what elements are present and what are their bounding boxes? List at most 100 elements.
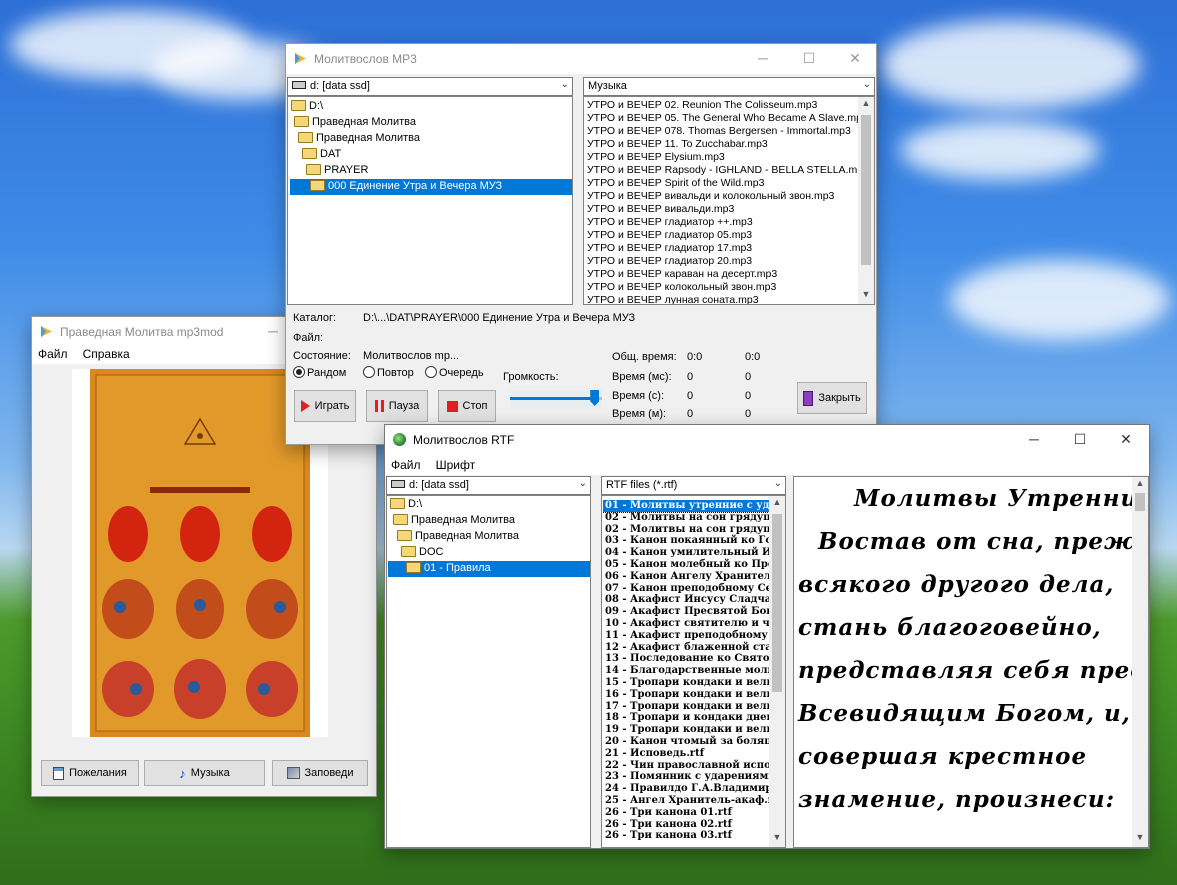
tree-item[interactable]: DOC — [401, 545, 443, 561]
list-item[interactable]: УТРО и ВЕЧЕР колокольный звон.mp3 — [585, 281, 859, 294]
mode-queue[interactable]: Очередь — [425, 366, 484, 379]
tree-item[interactable]: D:\ — [390, 497, 422, 513]
list-item[interactable]: УТРО и ВЕЧЕР Spirit of the Wild.mp3 — [585, 177, 859, 190]
list-item[interactable]: 26 - Три канона 01.rtf — [603, 807, 769, 819]
tree-item-selected[interactable]: 000 Единение Утра и Вечера МУЗ — [290, 179, 572, 195]
rtf-text-view[interactable]: Молитвы Утренние Востав от сна, прежде в… — [793, 476, 1149, 848]
mode-repeat[interactable]: Повтор — [363, 366, 414, 379]
maximize-button[interactable]: ☐ — [1057, 425, 1103, 455]
list-item[interactable]: УТРО и ВЕЧЕР гладиатор 20.mp3 — [585, 255, 859, 268]
list-item[interactable]: 18 - Тропари и кондаки дневны — [603, 712, 769, 724]
vertical-scrollbar[interactable]: ▲ ▼ — [1132, 477, 1148, 847]
tree-item-selected[interactable]: 01 - Правила — [388, 561, 590, 577]
list-item-selected[interactable]: 01 - Молитвы утренние с ударе — [603, 500, 769, 513]
stop-button[interactable]: Стоп — [438, 390, 496, 422]
list-item[interactable]: 08 - Акафист Инсусу Сладчайш — [603, 594, 769, 606]
list-item[interactable]: 14 - Благодарственные молитвы — [603, 665, 769, 677]
minimize-button[interactable]: ─ — [1011, 425, 1057, 455]
volume-thumb[interactable] — [590, 390, 600, 406]
list-item[interactable]: 02 - Молитвы на сон грядущим — [603, 524, 769, 536]
close-app-button[interactable]: Закрыть — [797, 382, 867, 414]
mp3-drive-combo[interactable]: d: [data ssd] ⌄ — [287, 77, 573, 96]
scrollbar-thumb[interactable] — [861, 115, 871, 265]
pause-button[interactable]: Пауза — [366, 390, 428, 422]
scrollbar-thumb[interactable] — [1135, 493, 1145, 511]
menu-help[interactable]: Справка — [77, 344, 136, 361]
commandments-button[interactable]: Заповеди — [272, 760, 368, 786]
list-item[interactable]: 25 - Ангел Хранитель-акаф.rtf — [603, 795, 769, 807]
menu-font[interactable]: Шрифт — [430, 455, 481, 472]
list-item[interactable]: УТРО и ВЕЧЕР 02. Reunion The Colisseum.m… — [585, 99, 859, 112]
list-item[interactable]: 22 - Чин православной исповед — [603, 760, 769, 772]
list-item[interactable]: 13 - Последование ко Святому — [603, 653, 769, 665]
mode-random[interactable]: Рандом — [293, 366, 346, 379]
maximize-button[interactable]: ☐ — [786, 44, 832, 74]
list-item[interactable]: УТРО и ВЕЧЕР вивальди и колокольный звон… — [585, 190, 859, 203]
list-item[interactable]: УТРО и ВЕЧЕР 11. To Zucchabar.mp3 — [585, 138, 859, 151]
list-item[interactable]: 03 - Канон покаянный ко Госпо — [603, 535, 769, 547]
play-button[interactable]: Играть — [294, 390, 356, 422]
minimize-button[interactable]: ─ — [740, 44, 786, 74]
rtf-folder-tree[interactable]: D:\ Праведная Молитва Праведная Молитва … — [386, 495, 591, 848]
tree-item[interactable]: PRAYER — [306, 163, 368, 179]
list-item[interactable]: 23 - Помянник с ударениями.rtf — [603, 771, 769, 783]
list-item[interactable]: УТРО и ВЕЧЕР Rapsody - IGHLAND - BELLA S… — [585, 164, 869, 177]
mp3-filter-combo[interactable]: Музыка ⌄ — [583, 77, 875, 96]
list-item[interactable]: 20 - Канон чтомый за болящего — [603, 736, 769, 748]
list-item[interactable]: 07 - Канон преподобному Сера — [603, 583, 769, 595]
menu-file[interactable]: Файл — [32, 344, 74, 361]
list-item[interactable]: УТРО и ВЕЧЕР лунная соната.mp3 — [585, 294, 859, 304]
rtf-file-list[interactable]: 01 - Молитвы утренние с ударе02 - Молитв… — [601, 495, 786, 848]
app-icon — [41, 326, 52, 337]
rtf-filter-combo[interactable]: RTF files (*.rtf) ⌄ — [601, 476, 786, 495]
list-item[interactable]: 09 - Акафист Пресвятой Богоре — [603, 606, 769, 618]
list-item[interactable]: 19 - Тропари кондаки и величан — [603, 724, 769, 736]
tree-item[interactable]: Праведная Молитва — [294, 115, 416, 131]
list-item[interactable]: УТРО и ВЕЧЕР гладиатор 05.mp3 — [585, 229, 859, 242]
list-item[interactable]: 02 - Молитвы на сон грядущий с — [603, 512, 769, 524]
list-item[interactable]: 24 - Правилдо Г.А.Владимирова — [603, 783, 769, 795]
list-item[interactable]: 10 - Акафист святителю и чудо — [603, 618, 769, 630]
scrollbar-thumb[interactable] — [772, 514, 782, 692]
list-item[interactable]: УТРО и ВЕЧЕР гладиатор 17.mp3 — [585, 242, 859, 255]
tree-item[interactable]: Праведная Молитва — [298, 131, 420, 147]
tree-item[interactable]: DAT — [302, 147, 341, 163]
music-button[interactable]: ♪ Музыка — [144, 760, 265, 786]
tree-item[interactable]: Праведная Молитва — [393, 513, 515, 529]
close-button[interactable]: ✕ — [1103, 425, 1149, 455]
chevron-down-icon: ⌄ — [578, 478, 587, 489]
list-item[interactable]: 12 - Акафист блаженной стари — [603, 642, 769, 654]
rtf-drive-combo[interactable]: d: [data ssd] ⌄ — [386, 476, 591, 495]
list-item[interactable]: УТРО и ВЕЧЕР 05. The General Who Became … — [585, 112, 868, 125]
mp3-titlebar[interactable]: Молитвослов MP3 ─ ☐ ✕ — [286, 44, 876, 74]
tree-item[interactable]: D:\ — [291, 99, 323, 115]
list-item[interactable]: 11 - Акафист преподобному Се — [603, 630, 769, 642]
list-item[interactable]: УТРО и ВЕЧЕР гладиатор ++.mp3 — [585, 216, 859, 229]
volume-slider[interactable] — [510, 390, 602, 408]
list-item[interactable]: УТРО и ВЕЧЕР Elysium.mp3 — [585, 151, 859, 164]
list-item[interactable]: 26 - Три канона 03.rtf — [603, 830, 769, 842]
list-item[interactable]: 17 - Тропари кондаки и величан — [603, 701, 769, 713]
list-item[interactable]: 21 - Исповедь.rtf — [603, 748, 769, 760]
list-item[interactable]: 15 - Тропари кондаки и величан — [603, 677, 769, 689]
list-item[interactable]: 04 - Канон умилительный Инсу — [603, 547, 769, 559]
mp3-folder-tree[interactable]: D:\ Праведная Молитва Праведная Молитва … — [287, 96, 573, 305]
menu-file[interactable]: Файл — [385, 455, 427, 472]
time-m-a: 0 — [687, 408, 694, 420]
list-item[interactable]: 05 - Канон молебный ко Пресв — [603, 559, 769, 571]
folder-open-icon — [393, 513, 408, 525]
list-item[interactable]: 26 - Три канона 02.rtf — [603, 819, 769, 831]
list-item[interactable]: УТРО и ВЕЧЕР 078. Thomas Bergersen - Imm… — [585, 125, 859, 138]
rtf-titlebar[interactable]: Молитвослов RTF ─ ☐ ✕ — [385, 425, 1149, 455]
list-item[interactable]: 16 - Тропари кондаки и величан — [603, 689, 769, 701]
vertical-scrollbar[interactable]: ▲ ▼ — [769, 496, 785, 847]
mp3-file-list[interactable]: УТРО и ВЕЧЕР 02. Reunion The Colisseum.m… — [583, 96, 875, 305]
vertical-scrollbar[interactable]: ▲ ▼ — [858, 97, 874, 304]
list-item[interactable]: УТРО и ВЕЧЕР караван на десерт.mp3 — [585, 268, 859, 281]
rtf-menubar: Файл Шрифт — [385, 455, 1149, 475]
list-item[interactable]: 06 - Канон Ангелу Хранителю с — [603, 571, 769, 583]
list-item[interactable]: УТРО и ВЕЧЕР вивальди.mp3 — [585, 203, 859, 216]
tree-item[interactable]: Праведная Молитва — [397, 529, 519, 545]
close-button[interactable]: ✕ — [832, 44, 878, 74]
wishes-button[interactable]: Пожелания — [41, 760, 139, 786]
